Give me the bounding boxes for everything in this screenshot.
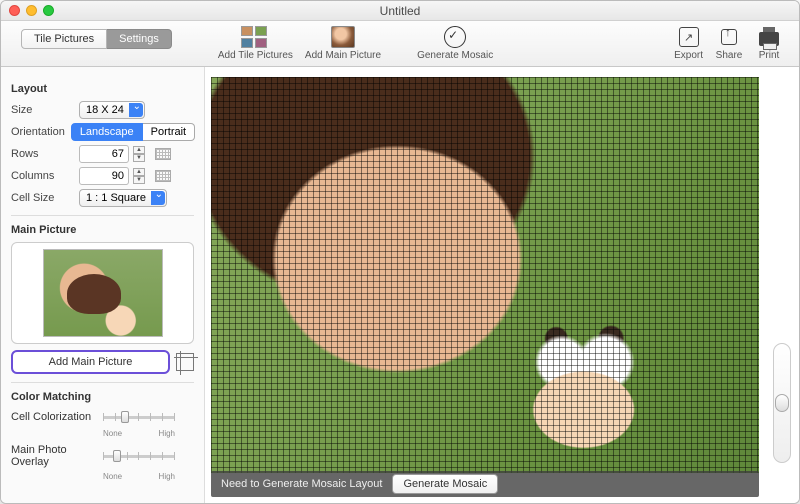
canvas-area: Need to Generate Mosaic Layout Generate …	[205, 67, 799, 503]
tab-tile-pictures[interactable]: Tile Pictures	[21, 29, 107, 49]
rows-input[interactable]	[79, 145, 129, 163]
slider-label-high-2: High	[159, 472, 175, 481]
columns-label: Columns	[11, 170, 73, 182]
crop-icon[interactable]	[176, 353, 194, 371]
print-button[interactable]: Print	[755, 25, 783, 61]
layout-heading: Layout	[11, 83, 194, 95]
cellsize-label: Cell Size	[11, 192, 73, 204]
main-overlay-slider[interactable]	[103, 448, 175, 464]
slider-label-none: None	[103, 429, 122, 438]
columns-grid-icon[interactable]	[155, 170, 171, 182]
main-picture-icon	[331, 26, 355, 48]
cell-colorization-label: Cell Colorization	[11, 411, 103, 423]
toolbar: Tile Pictures Settings Add Tile Pictures…	[1, 21, 799, 67]
cellsize-select[interactable]: 1 : 1 Square	[79, 189, 167, 207]
rows-label: Rows	[11, 148, 73, 160]
tiles-icon	[241, 26, 269, 48]
add-main-picture-sidebar-button[interactable]: Add Main Picture	[11, 350, 170, 374]
color-matching-heading: Color Matching	[11, 391, 194, 403]
rows-grid-icon[interactable]	[155, 148, 171, 160]
columns-input[interactable]	[79, 167, 129, 185]
mosaic-preview[interactable]	[211, 77, 759, 473]
generate-icon	[444, 26, 466, 48]
slider-label-high: High	[159, 429, 175, 438]
slider-label-none-2: None	[103, 472, 122, 481]
rows-stepper[interactable]: ▲▼	[133, 146, 145, 162]
orientation-label: Orientation	[11, 126, 65, 138]
size-select[interactable]: 18 X 24	[79, 101, 145, 119]
generate-mosaic-button[interactable]: Generate Mosaic	[417, 25, 493, 61]
size-label: Size	[11, 104, 73, 116]
columns-stepper[interactable]: ▲▼	[133, 168, 145, 184]
zoom-slider[interactable]	[773, 343, 791, 463]
sidebar-tabs: Tile Pictures Settings	[21, 29, 172, 49]
main-picture-thumbnail	[11, 242, 194, 344]
status-bar: Need to Generate Mosaic Layout Generate …	[211, 471, 759, 497]
share-icon	[721, 29, 737, 45]
orientation-landscape[interactable]: Landscape	[71, 123, 143, 141]
main-overlay-label: Main Photo Overlay	[11, 444, 103, 468]
print-icon	[759, 32, 779, 46]
tab-settings[interactable]: Settings	[107, 29, 172, 49]
add-tile-pictures-button[interactable]: Add Tile Pictures	[218, 25, 293, 61]
window-title: Untitled	[1, 4, 799, 18]
export-button[interactable]: ↗ Export	[674, 25, 703, 61]
settings-sidebar: Layout Size 18 X 24 Orientation Landscap…	[1, 67, 205, 503]
main-picture-image	[43, 249, 163, 337]
export-icon: ↗	[679, 27, 699, 47]
add-main-picture-button[interactable]: Add Main Picture	[305, 25, 381, 61]
status-generate-button[interactable]: Generate Mosaic	[392, 474, 498, 494]
share-button[interactable]: Share	[715, 25, 743, 61]
cell-colorization-slider[interactable]	[103, 409, 175, 425]
status-message: Need to Generate Mosaic Layout	[221, 478, 382, 490]
orientation-portrait[interactable]: Portrait	[143, 123, 195, 141]
titlebar: Untitled	[1, 1, 799, 21]
main-picture-heading: Main Picture	[11, 224, 194, 236]
